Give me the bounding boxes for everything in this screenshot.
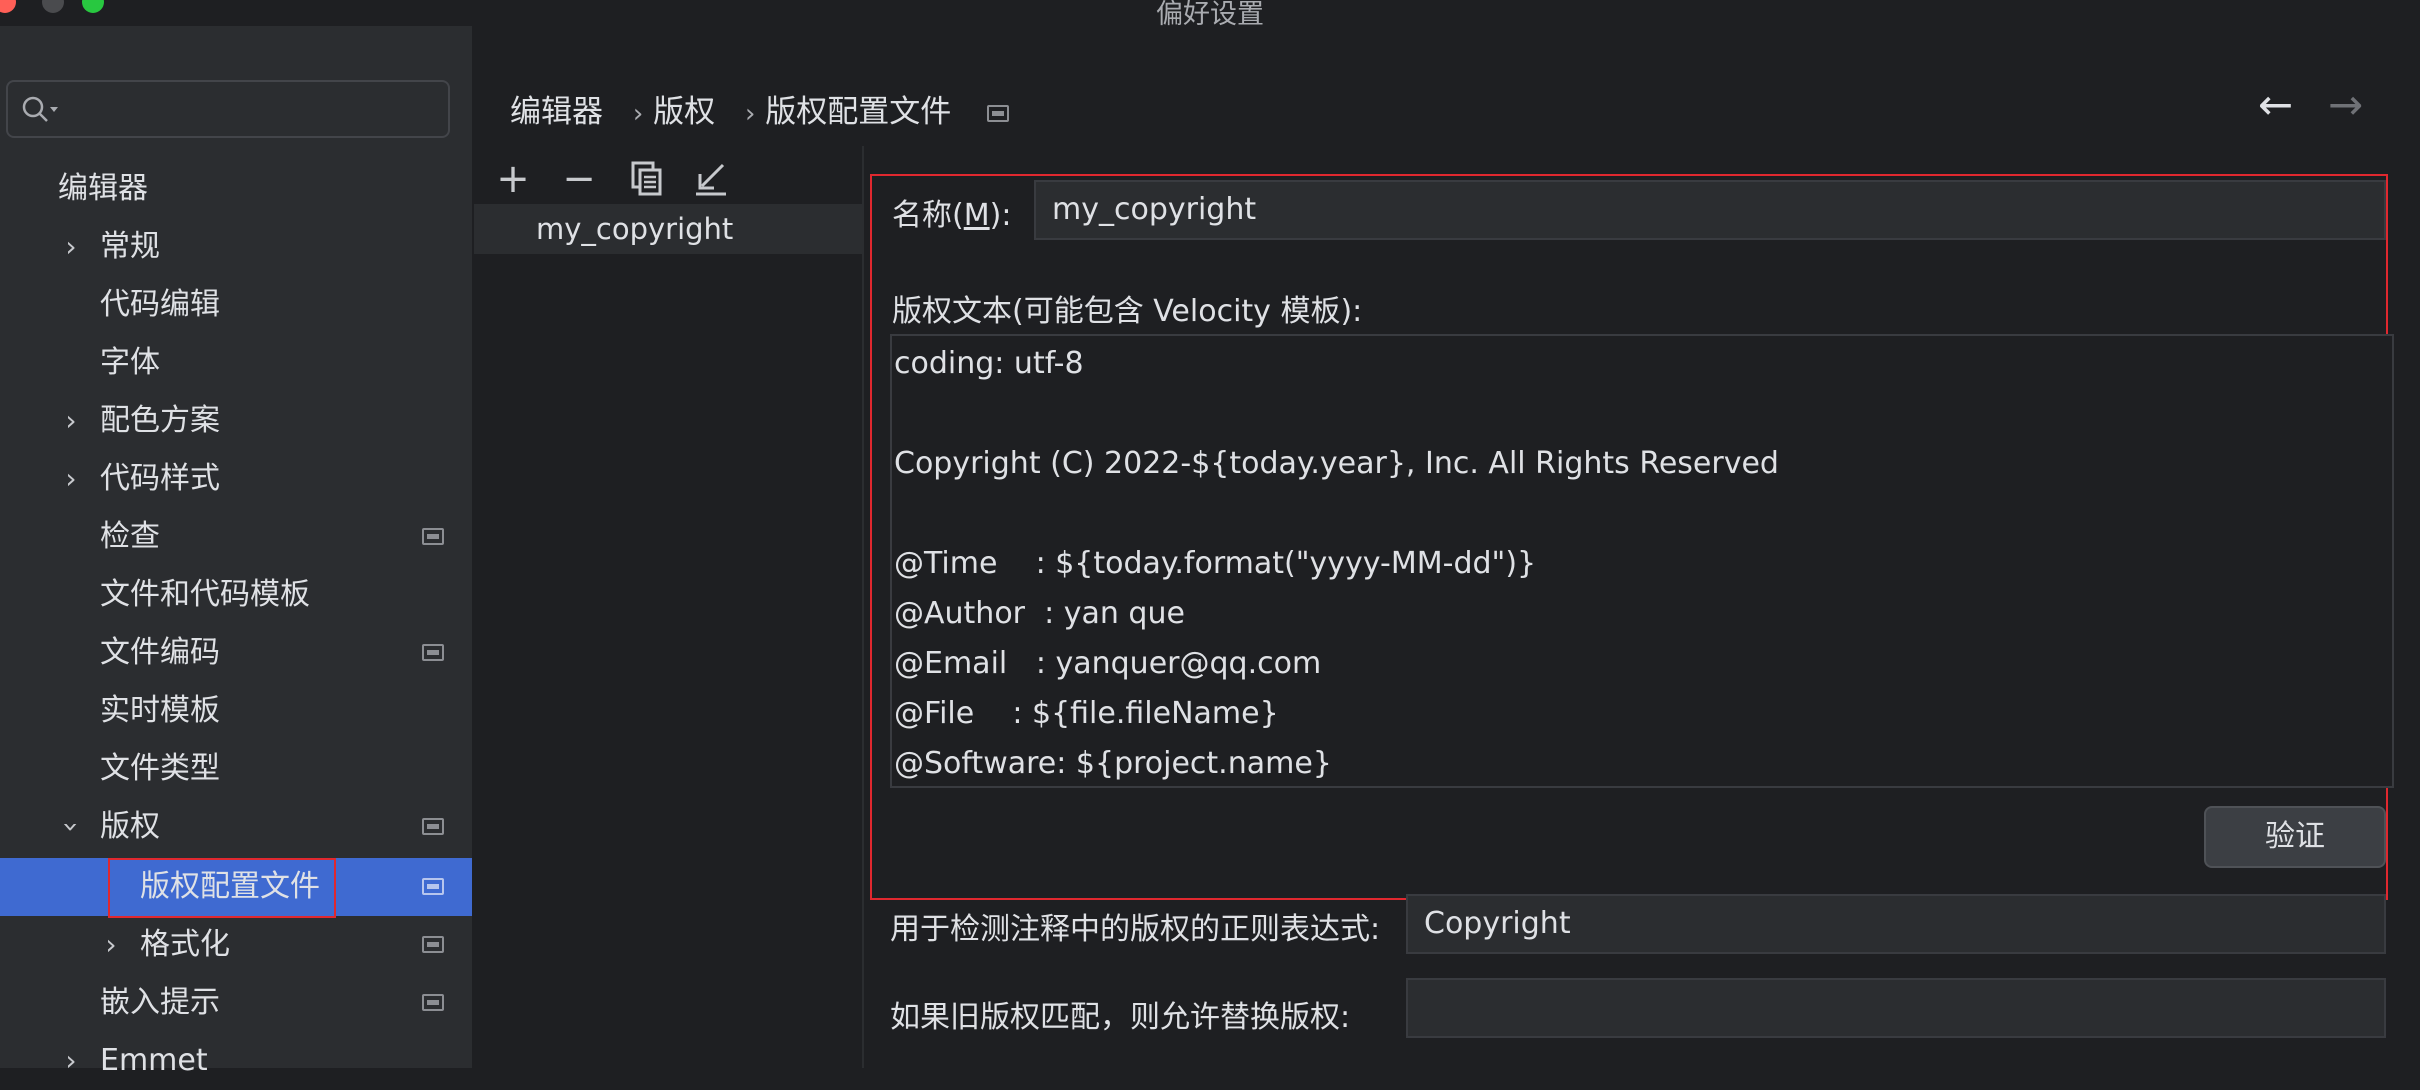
text-line: Copyright (C) 2022-${today.year}, Inc. A…	[894, 446, 1779, 481]
chevron-right-icon[interactable]: ›	[56, 450, 86, 508]
sidebar-item-file-types[interactable]: 文件类型	[0, 740, 472, 798]
breadcrumb-item[interactable]: 版权	[653, 94, 715, 130]
project-scope-icon	[422, 936, 444, 953]
copy-icon	[631, 161, 662, 196]
breadcrumb-separator: ›	[632, 99, 644, 129]
import-icon	[696, 163, 726, 196]
text-line: @Email : yanquer@qq.com	[894, 646, 1322, 681]
sidebar-item-label: 文件类型	[100, 751, 220, 786]
regex-label: 用于检测注释中的版权的正则表达式:	[890, 912, 1381, 947]
sidebar-item-label: 常规	[100, 229, 160, 264]
profiles-list-panel: + − my_copyright	[474, 146, 864, 1068]
regex-field[interactable]: Copyright	[1406, 894, 2386, 954]
sidebar-item-label: 实时模板	[100, 693, 220, 728]
name-label-prefix: 名称(	[892, 198, 964, 233]
sidebar-item-label: 检查	[100, 519, 160, 554]
add-profile-button[interactable]: +	[490, 156, 536, 202]
sidebar-item-label: 字体	[100, 345, 160, 380]
chevron-right-icon[interactable]: ›	[96, 916, 126, 974]
breadcrumb-item[interactable]: 编辑器	[510, 94, 603, 130]
copyright-text-label: 版权文本(可能包含 Velocity 模板):	[892, 294, 1363, 329]
sidebar-item-general[interactable]: › 常规	[0, 218, 472, 276]
replace-field[interactable]	[1406, 978, 2386, 1038]
sidebar-item-file-templates[interactable]: 文件和代码模板	[0, 566, 472, 624]
sidebar-item-inlay-hints[interactable]: 嵌入提示	[0, 974, 472, 1032]
sidebar-item-label: 代码样式	[100, 461, 220, 496]
text-line: @File : ${file.fileName}	[894, 696, 1279, 731]
sidebar-item-code-style[interactable]: › 代码样式	[0, 450, 472, 508]
sidebar-item-color-scheme[interactable]: › 配色方案	[0, 392, 472, 450]
text-line: @Author : yan que	[894, 596, 1185, 631]
chevron-right-icon[interactable]: ›	[56, 392, 86, 450]
replace-label: 如果旧版权匹配，则允许替换版权:	[890, 1000, 1351, 1035]
text-line: coding: utf-8	[894, 346, 1084, 381]
project-scope-icon	[422, 994, 444, 1011]
sidebar-item-label: 配色方案	[100, 403, 220, 438]
sidebar-item-label: 嵌入提示	[100, 985, 220, 1020]
profile-list-item[interactable]: my_copyright	[474, 204, 862, 254]
project-scope-icon	[422, 878, 444, 895]
sidebar-section-label: 编辑器	[58, 171, 148, 206]
highlight-frame	[108, 858, 336, 918]
back-arrow-icon[interactable]: ←	[2258, 80, 2293, 129]
plus-icon: +	[496, 156, 530, 202]
project-scope-icon	[422, 528, 444, 545]
verify-button[interactable]: 验证	[2204, 806, 2386, 868]
copy-profile-button[interactable]	[624, 156, 670, 202]
sidebar-item-label: 格式化	[140, 927, 230, 962]
sidebar-item-inspections[interactable]: 检查	[0, 508, 472, 566]
sidebar-item-label: Emmet	[100, 1043, 208, 1078]
text-line: @Software: ${project.name}	[894, 746, 1332, 781]
text-line: @Time : ${today.format("yyyy-MM-dd")}	[894, 546, 1537, 581]
sidebar-item-label: 文件和代码模板	[100, 577, 310, 612]
project-scope-icon	[422, 818, 444, 835]
project-scope-icon	[422, 644, 444, 661]
settings-search-input[interactable]	[6, 80, 450, 138]
sidebar-item-file-encodings[interactable]: 文件编码	[0, 624, 472, 682]
name-label-suffix: ):	[989, 198, 1012, 233]
breadcrumb-separator: ›	[744, 99, 756, 129]
sidebar-item-copyright-profiles[interactable]: 版权配置文件	[0, 858, 472, 918]
chevron-right-icon[interactable]: ›	[56, 1032, 86, 1090]
sidebar-item-formatting[interactable]: › 格式化	[0, 916, 472, 974]
sidebar-item-label: 代码编辑	[100, 287, 220, 322]
breadcrumb: 编辑器 › 版权 › 版权配置文件	[510, 86, 1010, 131]
sidebar-item-label: 文件编码	[100, 635, 220, 670]
sidebar-section-editor[interactable]: 编辑器	[0, 160, 472, 218]
project-scope-icon	[987, 105, 1010, 122]
remove-profile-button[interactable]: −	[556, 156, 602, 202]
sidebar-item-font[interactable]: 字体	[0, 334, 472, 392]
profile-name-field[interactable]: my_copyright	[1034, 180, 2386, 240]
chevron-down-icon[interactable]: ›	[42, 812, 100, 842]
copyright-text-editor[interactable]: coding: utf-8 Copyright (C) 2022-${today…	[890, 334, 2394, 788]
chevron-right-icon[interactable]: ›	[56, 218, 86, 276]
import-profile-button[interactable]	[688, 156, 734, 202]
breadcrumb-item: 版权配置文件	[765, 94, 952, 130]
sidebar-item-code-editing[interactable]: 代码编辑	[0, 276, 472, 334]
sidebar-item-label: 版权	[100, 809, 160, 844]
sidebar-item-emmet[interactable]: › Emmet	[0, 1032, 472, 1090]
title-bar: 偏好设置	[0, 0, 2420, 30]
name-label: 名称(M):	[892, 190, 1011, 234]
name-label-mnemonic: M	[963, 198, 990, 233]
minus-icon: −	[562, 156, 596, 202]
forward-arrow-icon[interactable]: →	[2328, 80, 2363, 129]
search-icon	[22, 96, 58, 122]
sidebar-item-copyright[interactable]: › 版权	[0, 798, 472, 856]
sidebar-item-live-templates[interactable]: 实时模板	[0, 682, 472, 740]
profile-name: my_copyright	[536, 212, 734, 246]
